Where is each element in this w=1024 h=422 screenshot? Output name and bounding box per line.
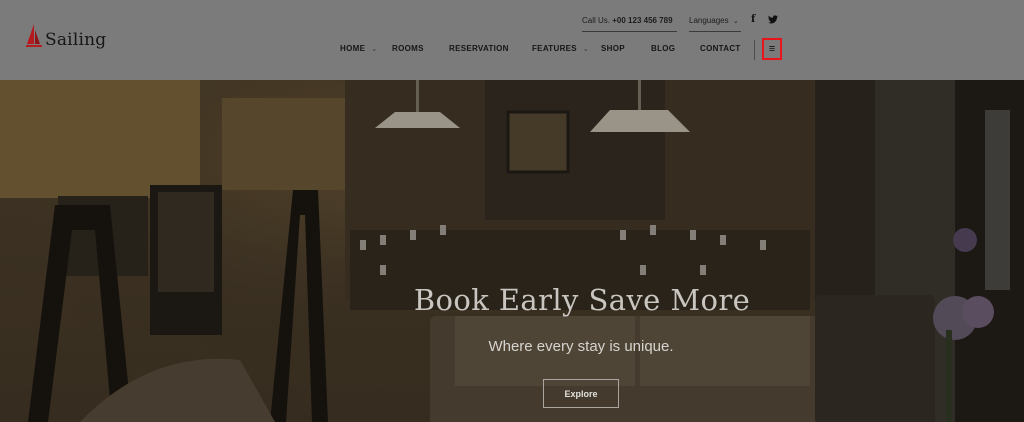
nav-item-rooms[interactable]: ROOMS	[392, 44, 424, 53]
nav-item-label: SHOP	[601, 44, 625, 53]
nav-item-label: HOME	[340, 44, 366, 53]
sail-icon	[26, 24, 42, 47]
nav-item-label: BLOG	[651, 44, 676, 53]
chevron-down-icon: ⌄	[732, 18, 739, 25]
logo-text: Sailing	[45, 30, 107, 50]
phone-number[interactable]: +00 123 456 789	[612, 16, 672, 25]
nav-item-blog[interactable]: BLOG	[651, 44, 675, 53]
hero-banner: Book Early Save More Where every stay is…	[0, 80, 1024, 422]
hamburger-icon: ≡	[768, 42, 776, 55]
languages-dropdown[interactable]: Languages ⌄	[689, 16, 741, 32]
nav-item-label: RESERVATION	[449, 44, 509, 53]
nav-item-label: FEATURES	[532, 44, 577, 53]
twitter-icon[interactable]	[768, 14, 778, 24]
chevron-down-icon: ⌄	[582, 46, 590, 53]
nav-item-label: CONTACT	[700, 44, 741, 53]
site-header: Sailing Call Us. +00 123 456 789 Languag…	[0, 0, 1024, 81]
hamburger-menu-button[interactable]: ≡	[762, 38, 782, 60]
hero-dark-overlay	[0, 80, 1024, 422]
nav-item-reservation[interactable]: RESERVATION	[449, 44, 509, 53]
call-us: Call Us. +00 123 456 789	[582, 16, 677, 32]
nav-divider	[754, 40, 755, 60]
languages-label: Languages	[689, 16, 729, 25]
facebook-icon[interactable]: f	[751, 14, 755, 26]
chevron-down-icon: ⌄	[371, 46, 378, 53]
hero-title: Book Early Save More	[413, 283, 751, 317]
site-logo[interactable]: Sailing	[26, 24, 106, 50]
call-label: Call Us.	[582, 16, 611, 25]
nav-item-shop[interactable]: SHOP	[601, 44, 625, 53]
nav-item-label: ROOMS	[392, 44, 424, 53]
hero-subtitle: Where every stay is unique.	[488, 338, 674, 355]
nav-item-home[interactable]: HOME ⌄	[340, 44, 377, 53]
nav-item-contact[interactable]: CONTACT	[700, 44, 741, 53]
explore-button[interactable]: Explore	[543, 379, 619, 408]
nav-item-features[interactable]: FEATURES ⌄	[532, 44, 589, 53]
